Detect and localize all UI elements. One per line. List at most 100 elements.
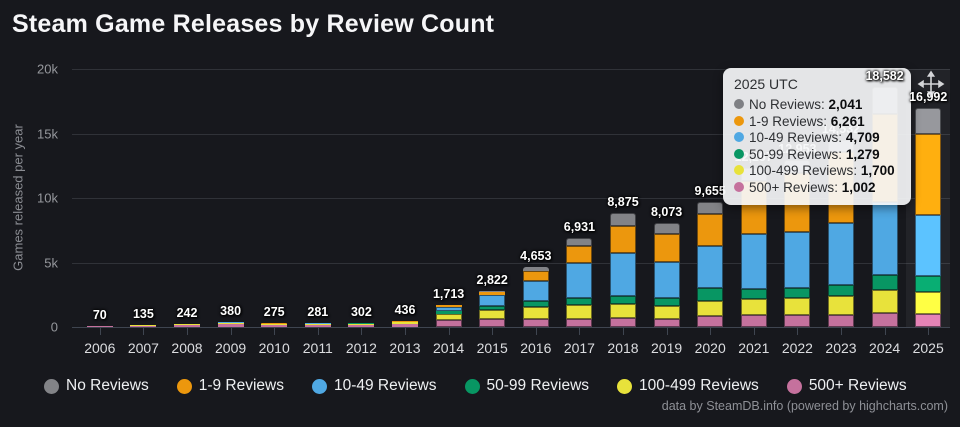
x-axis-tick: [928, 328, 930, 335]
bar-segment-1-9-reviews[interactable]: [915, 134, 942, 215]
bar-segment-100-499-reviews[interactable]: [522, 307, 549, 319]
bar-segment-500-reviews[interactable]: [217, 324, 244, 327]
bar-segment-no-reviews[interactable]: [610, 212, 636, 226]
legend-item-10-49-reviews[interactable]: 10-49 Reviews: [311, 377, 437, 395]
bar-segment-50-99-reviews[interactable]: [697, 288, 724, 301]
credits[interactable]: data by SteamDB.info (powered by highcha…: [662, 399, 948, 413]
bar-segment-500-reviews[interactable]: [261, 324, 288, 327]
bar-segment-no-reviews[interactable]: [653, 222, 680, 235]
bar-segment-100-499-reviews[interactable]: [828, 296, 854, 315]
bar-segment-100-499-reviews[interactable]: [610, 303, 636, 319]
bar-segment-1-9-reviews[interactable]: [566, 246, 593, 264]
credits-text[interactable]: data by SteamDB.info (powered by highcha…: [662, 399, 948, 413]
bar-segment-10-49-reviews[interactable]: [522, 280, 549, 302]
bar-segment-100-499-reviews[interactable]: [697, 300, 724, 316]
x-axis-tick: [143, 328, 145, 335]
bar-segment-500-reviews[interactable]: [130, 325, 157, 327]
bar-segment-500-reviews[interactable]: [871, 312, 898, 327]
legend-item-1-9-reviews[interactable]: 1-9 Reviews: [176, 377, 284, 395]
bar-segment-no-reviews[interactable]: [915, 107, 942, 135]
bar-segment-500-reviews[interactable]: [915, 314, 942, 327]
bar-segment-10-49-reviews[interactable]: [610, 252, 636, 296]
bar-segment-10-49-reviews[interactable]: [784, 231, 811, 289]
bar-segment-500-reviews[interactable]: [566, 318, 593, 327]
bar-segment-500-reviews[interactable]: [86, 326, 113, 327]
bar-segment-50-99-reviews[interactable]: [828, 284, 854, 297]
bar-segment-50-99-reviews[interactable]: [784, 288, 811, 299]
bar-segment-500-reviews[interactable]: [479, 318, 506, 327]
bar-segment-50-99-reviews[interactable]: [653, 298, 680, 306]
legend-item-50-99-reviews[interactable]: 50-99 Reviews: [464, 377, 589, 395]
bar-segment-50-99-reviews[interactable]: [871, 275, 898, 291]
bar-segment-10-49-reviews[interactable]: [479, 295, 506, 306]
bar-segment-100-499-reviews[interactable]: [653, 305, 680, 319]
bar-segment-1-9-reviews[interactable]: [697, 214, 724, 247]
stacked-bar-2006[interactable]: [86, 326, 113, 327]
bar-segment-10-49-reviews[interactable]: [915, 214, 942, 276]
bar-segment-100-499-reviews[interactable]: [871, 290, 898, 313]
bar-segment-500-reviews[interactable]: [697, 315, 724, 327]
x-category-label: 2006: [84, 340, 116, 356]
stacked-bar-2012[interactable]: [348, 323, 375, 327]
bar-segment-500-reviews[interactable]: [610, 318, 636, 327]
stacked-bar-2018[interactable]: [610, 212, 636, 327]
stacked-bar-2011[interactable]: [304, 323, 331, 327]
legend-item-no-reviews[interactable]: No Reviews: [44, 377, 149, 395]
stacked-bar-2019[interactable]: [653, 222, 680, 327]
bar-segment-10-49-reviews[interactable]: [740, 233, 767, 290]
bar-segment-no-reviews[interactable]: [697, 202, 724, 215]
bar-segment-100-499-reviews[interactable]: [740, 299, 767, 316]
stacked-bar-2025[interactable]: [915, 107, 942, 327]
tooltip-series-dot: [734, 165, 744, 175]
legend-label: 10-49 Reviews: [333, 377, 437, 394]
stacked-bar-2010[interactable]: [261, 323, 288, 327]
x-category-label: 2018: [607, 340, 639, 356]
bar-segment-50-99-reviews[interactable]: [566, 297, 593, 306]
chart-title: Steam Game Releases by Review Count: [12, 10, 495, 38]
stacked-bar-2015[interactable]: [479, 290, 506, 327]
tooltip-series-value: 1,002: [841, 179, 876, 195]
gridline: [72, 262, 950, 264]
bar-total-label: 9,655: [694, 184, 726, 199]
legend-dot: [176, 378, 192, 394]
stacked-bar-2013[interactable]: [392, 321, 418, 327]
bar-segment-100-499-reviews[interactable]: [784, 298, 811, 316]
bar-segment-1-9-reviews[interactable]: [522, 270, 549, 281]
bar-segment-500-reviews[interactable]: [304, 324, 331, 327]
bar-segment-500-reviews[interactable]: [348, 324, 375, 327]
bar-segment-1-9-reviews[interactable]: [653, 234, 680, 262]
bar-segment-50-99-reviews[interactable]: [915, 275, 942, 293]
stacked-bar-2014[interactable]: [435, 304, 462, 327]
bar-segment-50-99-reviews[interactable]: [740, 289, 767, 300]
bar-segment-500-reviews[interactable]: [828, 314, 854, 327]
bar-segment-10-49-reviews[interactable]: [828, 223, 854, 285]
bar-segment-500-reviews[interactable]: [392, 323, 418, 327]
bar-segment-10-49-reviews[interactable]: [697, 246, 724, 289]
x-category-label: 2025: [912, 340, 944, 356]
stacked-bar-2008[interactable]: [174, 323, 200, 327]
bar-segment-500-reviews[interactable]: [653, 318, 680, 327]
bar-segment-100-499-reviews[interactable]: [479, 310, 506, 319]
bar-segment-100-499-reviews[interactable]: [566, 305, 593, 319]
stacked-bar-2007[interactable]: [130, 325, 157, 327]
x-axis-tick: [666, 328, 668, 335]
tooltip-series-value: 1,279: [845, 146, 880, 162]
bar-segment-10-49-reviews[interactable]: [566, 263, 593, 298]
stacked-bar-2017[interactable]: [566, 237, 593, 327]
bar-segment-10-49-reviews[interactable]: [871, 201, 898, 276]
stacked-bar-2020[interactable]: [697, 202, 724, 327]
legend-item-100-499-reviews[interactable]: 100-499 Reviews: [617, 377, 759, 395]
bar-segment-50-99-reviews[interactable]: [610, 296, 636, 304]
bar-segment-no-reviews[interactable]: [566, 237, 593, 247]
bar-segment-1-9-reviews[interactable]: [610, 225, 636, 253]
bar-segment-10-49-reviews[interactable]: [653, 261, 680, 299]
bar-segment-500-reviews[interactable]: [740, 315, 767, 327]
stacked-bar-2016[interactable]: [522, 266, 549, 327]
bar-segment-500-reviews[interactable]: [435, 319, 462, 327]
stacked-bar-2009[interactable]: [217, 322, 244, 327]
bar-segment-500-reviews[interactable]: [784, 315, 811, 327]
bar-segment-500-reviews[interactable]: [522, 318, 549, 327]
bar-segment-100-499-reviews[interactable]: [915, 292, 942, 315]
legend-item-500-reviews[interactable]: 500+ Reviews: [786, 377, 907, 395]
bar-segment-500-reviews[interactable]: [174, 325, 200, 327]
